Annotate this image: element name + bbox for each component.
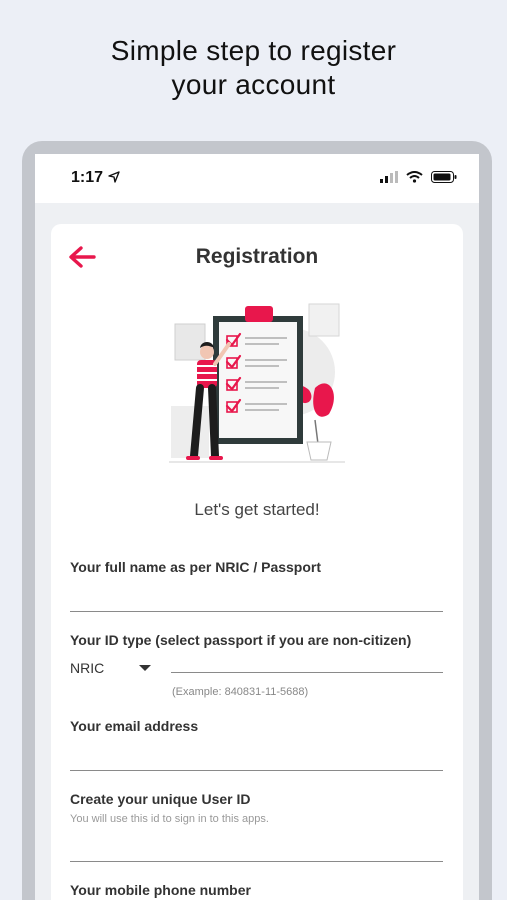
headline-line-2: your account xyxy=(171,69,336,100)
id-type-label: Your ID type (select passport if you are… xyxy=(70,632,412,648)
email-field[interactable] xyxy=(70,743,443,769)
user-id-field[interactable] xyxy=(70,833,443,859)
clipboard-checklist-illustration xyxy=(169,303,345,463)
page-title: Registration xyxy=(195,245,319,268)
marketing-headline: Simple step to register your account xyxy=(0,34,507,102)
email-label: Your email address xyxy=(70,718,199,734)
email-underline xyxy=(70,770,443,771)
location-arrow-icon xyxy=(108,171,120,183)
status-bar: 1:17 xyxy=(35,154,479,203)
user-id-underline xyxy=(70,861,443,862)
headline-line-1: Simple step to register xyxy=(110,35,397,66)
phone-label: Your mobile phone number xyxy=(70,882,251,898)
status-time: 1:17 xyxy=(71,169,104,186)
id-example-hint: (Example: 840831-11-5688) xyxy=(172,686,309,698)
status-icons xyxy=(380,171,457,183)
id-number-field[interactable] xyxy=(171,648,443,673)
user-id-label: Create your unique User ID xyxy=(70,791,251,807)
subtitle: Let's get started! xyxy=(194,500,320,519)
id-type-value: NRIC xyxy=(70,660,105,676)
device-frame: 1:17 Registration Let's get started! You… xyxy=(22,141,492,900)
app-screen: 1:17 Registration Let's get started! You… xyxy=(35,154,479,900)
full-name-field[interactable] xyxy=(70,584,443,610)
signal-icon xyxy=(380,171,398,183)
full-name-underline xyxy=(70,611,443,612)
battery-icon xyxy=(431,171,457,183)
registration-card: Registration Let's get started! Your ful… xyxy=(51,224,463,900)
full-name-label: Your full name as per NRIC / Passport xyxy=(70,559,322,575)
chevron-down-icon[interactable] xyxy=(139,665,151,671)
user-id-help: You will use this id to sign in to this … xyxy=(70,813,269,825)
wifi-icon xyxy=(406,171,423,183)
